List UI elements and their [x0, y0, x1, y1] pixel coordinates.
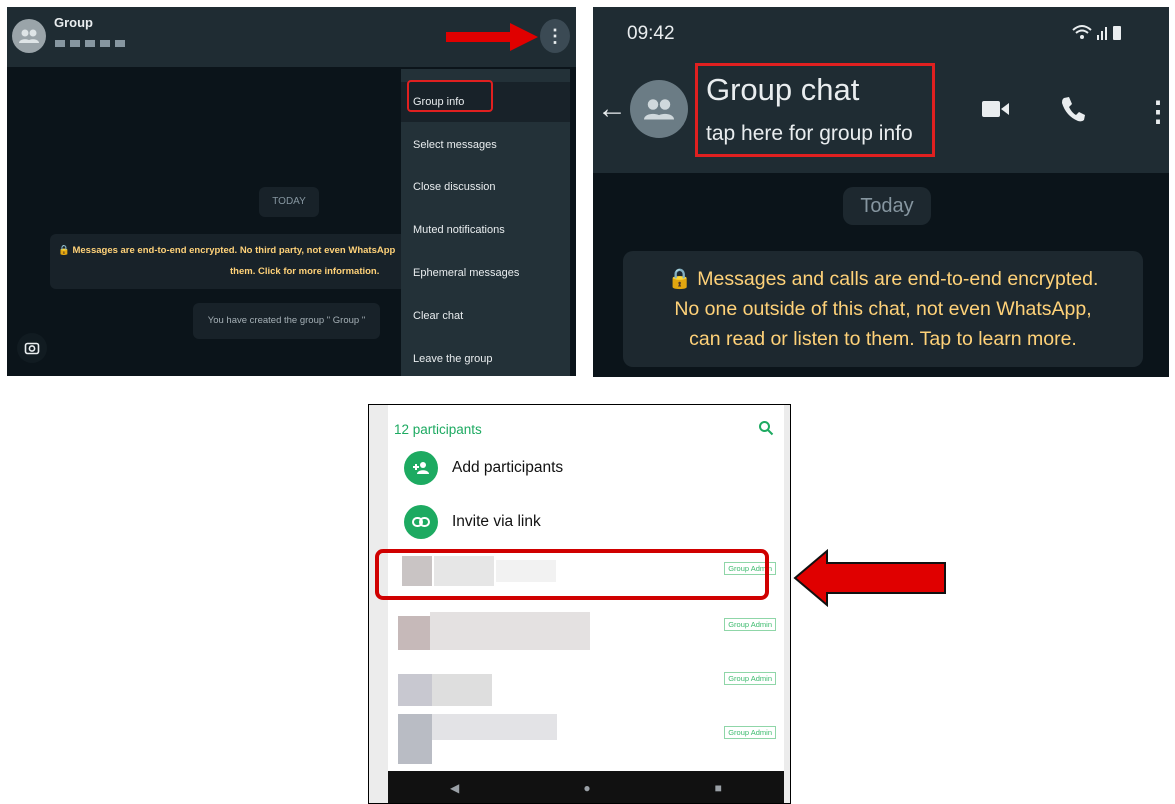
encryption-line-2: No one outside of this chat, not even Wh…: [674, 298, 1092, 320]
group-icon: [19, 29, 39, 43]
add-participants-button[interactable]: Add participants: [404, 448, 704, 488]
highlight-box-group-info: [407, 80, 493, 112]
options-menu: Group info Select messages Close discuss…: [401, 69, 570, 376]
right-gutter: [784, 405, 790, 803]
nav-recents-icon[interactable]: ■: [715, 781, 722, 795]
phone-chat-screenshot: 09:42 ← Group chat tap here for group in…: [593, 7, 1169, 377]
video-call-icon[interactable]: [982, 99, 1010, 124]
group-created-notice: You have created the group " Group ": [193, 303, 380, 339]
back-arrow-icon[interactable]: ←: [597, 92, 627, 126]
highlight-box-admin-row: [375, 549, 769, 600]
highlight-box-group-title: [695, 63, 935, 157]
search-icon[interactable]: [758, 420, 774, 441]
wifi-signal-battery-icon: [1072, 25, 1121, 40]
date-divider: Today: [843, 187, 931, 225]
redacted-name: [432, 714, 557, 740]
red-arrow-pointer: [446, 23, 538, 51]
more-options-button[interactable]: ⋮: [540, 19, 570, 53]
group-avatar[interactable]: [630, 80, 688, 138]
avatar: [398, 714, 432, 764]
redacted-name: [430, 612, 590, 650]
group-title[interactable]: Group: [54, 15, 93, 30]
avatar: [398, 674, 432, 706]
voice-call-icon[interactable]: [1060, 95, 1086, 128]
status-icons: [1071, 23, 1127, 46]
redacted-name: [432, 674, 492, 706]
avatar: [398, 616, 430, 650]
status-time: 09:42: [627, 23, 675, 44]
chat-app-bar: 09:42 ← Group chat tap here for group in…: [593, 7, 1169, 173]
chat-header[interactable]: Group ⋮: [7, 7, 576, 67]
menu-item-clear-chat[interactable]: Clear chat: [401, 296, 570, 336]
encryption-line-1: 🔒 Messages and calls are end-to-end encr…: [667, 268, 1099, 290]
group-icon: [644, 99, 674, 120]
group-avatar[interactable]: [12, 19, 46, 53]
menu-item-leave-group[interactable]: Leave the group: [401, 339, 570, 376]
link-icon: [404, 505, 438, 539]
participant-row[interactable]: Group Admin: [388, 660, 784, 714]
menu-item-muted-notifications[interactable]: Muted notifications: [401, 210, 570, 250]
participant-row[interactable]: Group Admin: [388, 714, 784, 768]
add-person-icon: [404, 451, 438, 485]
encryption-line-2: them. Click for more information.: [230, 266, 380, 277]
left-gutter: [369, 405, 388, 803]
participants-screenshot: 12 participants Add participants Invite …: [368, 404, 791, 804]
encryption-notice[interactable]: 🔒 Messages are end-to-end encrypted. No …: [50, 234, 410, 289]
menu-item-close-discussion[interactable]: Close discussion: [401, 167, 570, 207]
participant-count: 12 participants: [394, 422, 482, 437]
encryption-line-3: can read or listen to them. Tap to learn…: [689, 328, 1077, 350]
add-participants-label: Add participants: [452, 459, 564, 476]
encryption-line-1: 🔒 Messages are end-to-end encrypted. No …: [58, 245, 396, 256]
menu-item-ephemeral-messages[interactable]: Ephemeral messages: [401, 253, 570, 293]
desktop-chat-screenshot: Group ⋮ TODAY 🔒 Messages are end-to-end …: [7, 7, 576, 376]
encryption-notice[interactable]: 🔒 Messages and calls are end-to-end encr…: [623, 251, 1143, 367]
participant-row[interactable]: Group Admin: [388, 606, 784, 660]
camera-icon[interactable]: [17, 333, 47, 363]
nav-home-icon[interactable]: ●: [583, 781, 590, 795]
invite-via-link-button[interactable]: Invite via link: [404, 502, 704, 542]
admin-badge: Group Admin: [724, 726, 776, 739]
menu-item-select-messages[interactable]: Select messages: [401, 125, 570, 165]
participants-list: 12 participants Add participants Invite …: [388, 405, 784, 803]
nav-back-icon[interactable]: ◀: [450, 781, 459, 795]
date-divider: TODAY: [259, 187, 319, 217]
invite-via-link-label: Invite via link: [452, 513, 541, 530]
android-nav-bar: ◀ ● ■: [388, 771, 784, 803]
admin-badge: Group Admin: [724, 672, 776, 685]
more-options-icon[interactable]: ⋮: [1144, 95, 1169, 128]
red-arrow-pointer: [793, 549, 946, 607]
admin-badge: Group Admin: [724, 618, 776, 631]
group-members-redacted: [55, 40, 125, 47]
